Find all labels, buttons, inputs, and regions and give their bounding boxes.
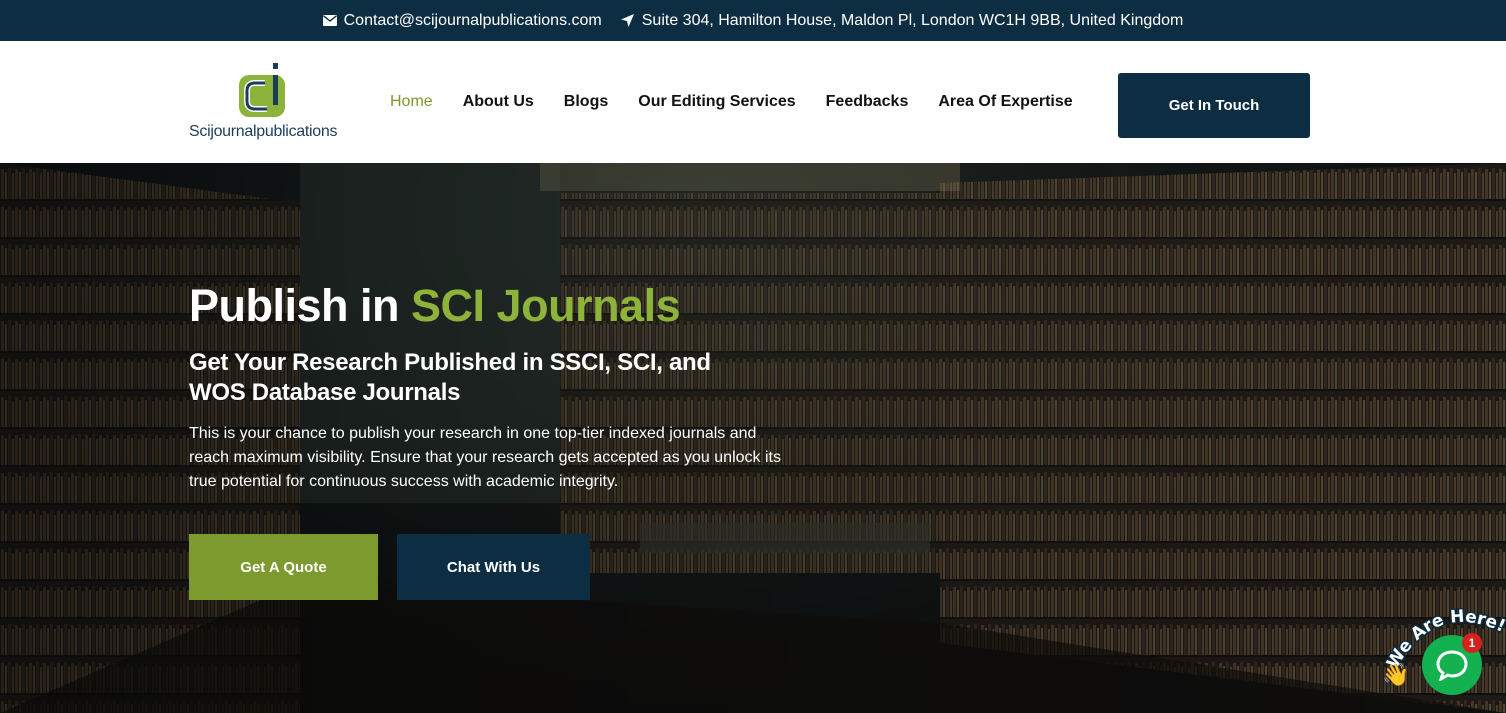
nav-blogs[interactable]: Blogs — [564, 93, 608, 111]
chat-widget[interactable]: We Are Here! 👋 1 — [1378, 600, 1506, 713]
top-contact-bar: Contact@scijournalpublications.com Suite… — [0, 0, 1506, 41]
logo-text: Scijournalpublications — [189, 123, 338, 140]
location-arrow-icon — [620, 13, 635, 28]
get-in-touch-button[interactable]: Get In Touch — [1118, 73, 1310, 138]
hero-section: Publish in SCI Journals Get Your Researc… — [0, 163, 1506, 713]
waving-hand-icon: 👋 — [1382, 662, 1410, 687]
contact-address: Suite 304, Hamilton House, Maldon Pl, Lo… — [620, 11, 1184, 30]
hero-subtitle: Get Your Research Published in SSCI, SCI… — [189, 349, 711, 406]
nav-about-us[interactable]: About Us — [463, 93, 534, 111]
logo-mark-icon — [239, 63, 285, 117]
hero-title-part1: Publish in — [189, 280, 400, 331]
nav-feedbacks[interactable]: Feedbacks — [826, 93, 909, 111]
chat-with-us-button[interactable]: Chat With Us — [397, 534, 590, 600]
nav-editing-services[interactable]: Our Editing Services — [638, 93, 795, 111]
nav-home[interactable]: Home — [390, 93, 433, 111]
chat-notification-badge: 1 — [1462, 633, 1482, 653]
contact-email-text: Contact@scijournalpublications.com — [343, 11, 602, 29]
hero-title-accent: SCI Journals — [411, 280, 681, 331]
nav-area-of-expertise[interactable]: Area Of Expertise — [938, 93, 1072, 111]
contact-email[interactable]: Contact@scijournalpublications.com — [322, 11, 602, 30]
envelope-icon — [322, 15, 337, 26]
chat-bubble-icon — [1436, 650, 1468, 681]
hero-description: This is your chance to publish your rese… — [189, 425, 781, 490]
hero-title: Publish in SCI Journals — [189, 280, 681, 332]
site-header: Scijournalpublications Home About Us Blo… — [0, 41, 1506, 163]
get-a-quote-button[interactable]: Get A Quote — [189, 534, 378, 600]
main-nav: Home About Us Blogs Our Editing Services… — [390, 93, 1073, 111]
site-logo[interactable]: Scijournalpublications — [189, 61, 349, 143]
contact-address-text: Suite 304, Hamilton House, Maldon Pl, Lo… — [641, 11, 1184, 29]
